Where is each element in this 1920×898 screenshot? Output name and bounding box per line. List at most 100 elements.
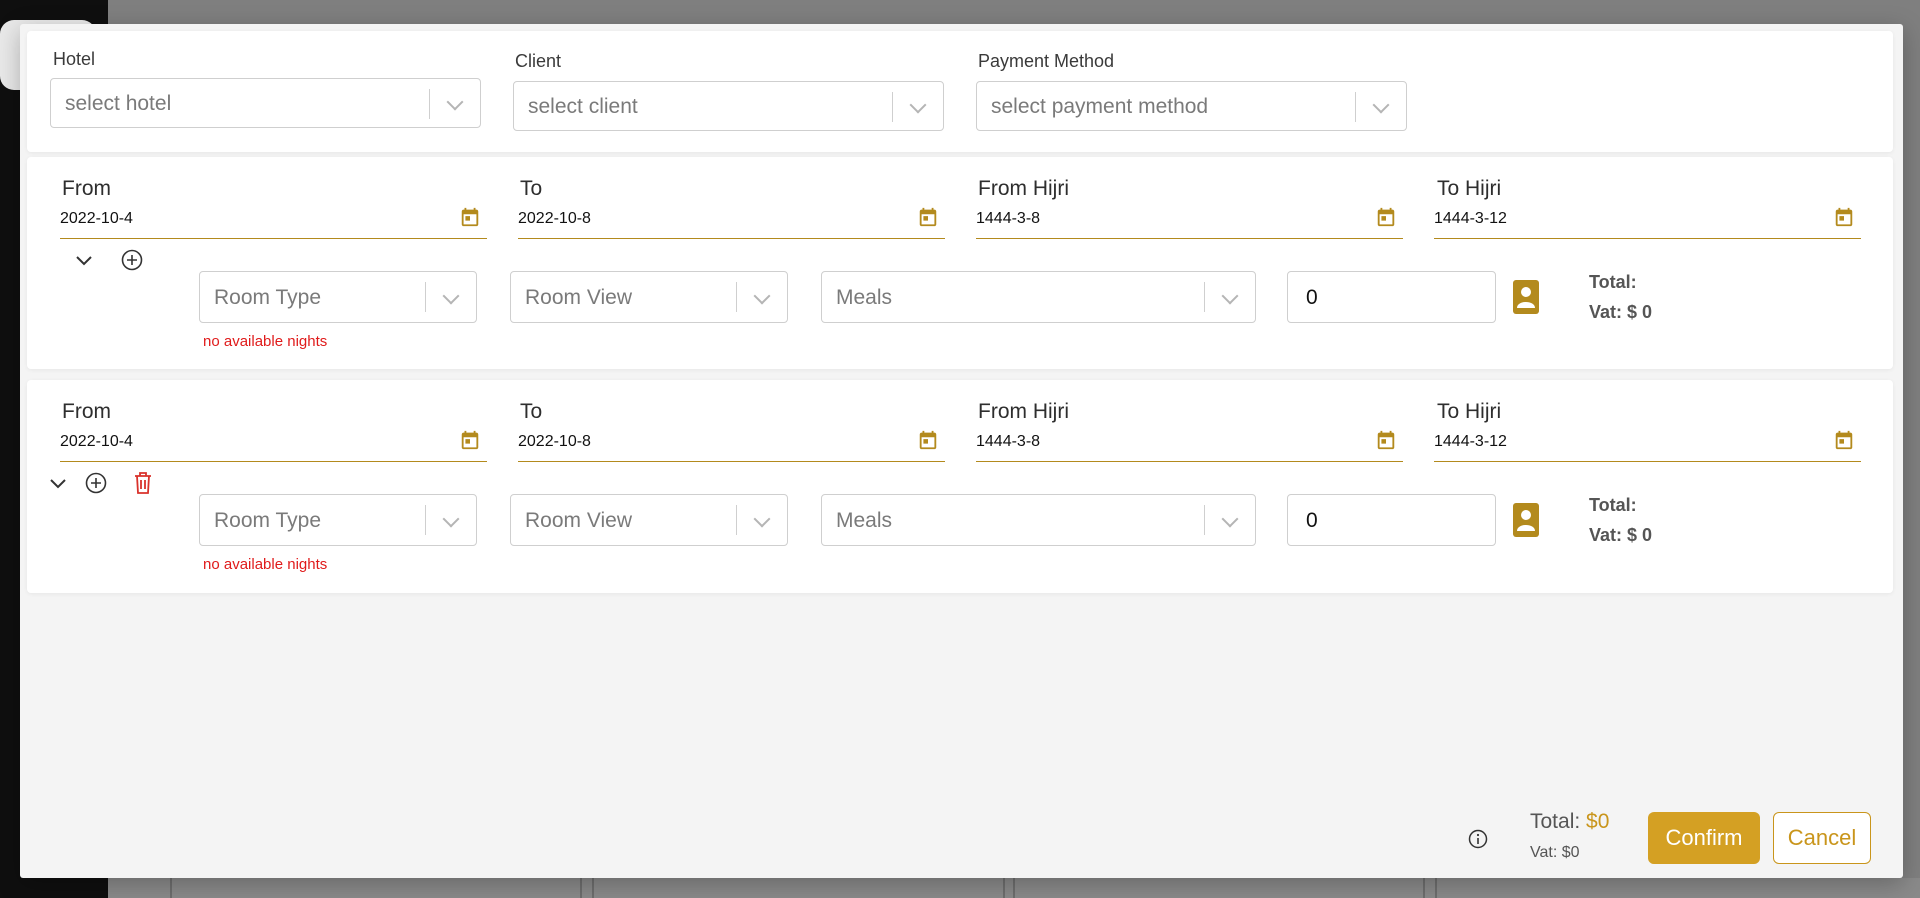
calendar-icon[interactable] <box>1833 206 1855 228</box>
calendar-icon[interactable] <box>1833 429 1855 451</box>
calendar-icon[interactable] <box>459 206 481 228</box>
booking-header-card: Hotel select hotel Client select client … <box>27 31 1893 152</box>
from-date-input[interactable]: 2022-10-4 <box>60 428 487 462</box>
client-select-placeholder: select client <box>528 95 638 118</box>
from-date-label: From <box>62 400 111 423</box>
select-separator <box>1204 505 1205 535</box>
row-vat-label: Vat: $ 0 <box>1589 525 1653 545</box>
quantity-input[interactable]: 0 <box>1287 271 1496 323</box>
from-hijri-value: 1444-3-8 <box>976 210 1041 227</box>
payment-method-select-placeholder: select payment method <box>991 95 1209 118</box>
from-date-label: From <box>62 177 111 200</box>
confirm-button[interactable]: Confirm <box>1648 812 1760 864</box>
hotel-select[interactable]: select hotel <box>50 78 481 128</box>
from-hijri-label: From Hijri <box>978 400 1069 423</box>
background-table-divider <box>592 878 594 898</box>
to-hijri-label: To Hijri <box>1437 177 1502 200</box>
select-separator <box>1204 282 1205 312</box>
select-separator <box>892 92 893 122</box>
quantity-input[interactable]: 0 <box>1287 494 1496 546</box>
from-hijri-value: 1444-3-8 <box>976 433 1041 450</box>
background-table-divider <box>1013 878 1015 898</box>
grand-vat: Vat: $0 <box>1530 844 1580 861</box>
grand-total-label: Total: <box>1530 810 1587 833</box>
room-view-placeholder: Room View <box>525 286 632 309</box>
background-table-divider <box>580 878 582 898</box>
background-table-divider <box>170 878 172 898</box>
select-separator <box>736 505 737 535</box>
to-hijri-value: 1444-3-12 <box>1434 210 1507 227</box>
grand-total-amount: $0 <box>1586 810 1610 833</box>
select-separator <box>429 89 430 119</box>
room-row-1: From 2022-10-4 To 2022-10-8 From Hijri 1… <box>27 157 1893 369</box>
calendar-icon[interactable] <box>917 206 939 228</box>
background-table-divider <box>1423 878 1425 898</box>
select-separator <box>1355 92 1356 122</box>
row-vat-label: Vat: $ 0 <box>1589 302 1653 322</box>
info-icon[interactable] <box>1467 828 1489 850</box>
background-table-divider <box>1435 878 1437 898</box>
to-hijri-input[interactable]: 1444-3-12 <box>1434 428 1861 462</box>
row-total-label: Total: <box>1589 495 1637 515</box>
to-date-input[interactable]: 2022-10-8 <box>518 428 945 462</box>
chevron-down-icon <box>442 510 460 528</box>
from-date-value: 2022-10-4 <box>60 433 133 450</box>
select-separator <box>425 505 426 535</box>
to-date-label: To <box>520 177 543 200</box>
from-hijri-label: From Hijri <box>978 177 1069 200</box>
meals-select[interactable]: Meals <box>821 494 1256 546</box>
no-nights-error: no available nights <box>203 556 328 573</box>
from-hijri-input[interactable]: 1444-3-8 <box>976 205 1403 239</box>
payment-method-label: Payment Method <box>978 51 1115 71</box>
trash-icon[interactable] <box>131 470 155 496</box>
client-select[interactable]: select client <box>513 81 944 131</box>
from-hijri-input[interactable]: 1444-3-8 <box>976 428 1403 462</box>
hotel-select-placeholder: select hotel <box>65 92 172 115</box>
client-label: Client <box>515 51 562 71</box>
row-total-label: Total: <box>1589 272 1637 292</box>
chevron-down-icon <box>442 287 460 305</box>
to-hijri-label: To Hijri <box>1437 400 1502 423</box>
room-type-placeholder: Room Type <box>214 286 321 309</box>
chevron-down-icon <box>909 96 927 114</box>
calendar-icon[interactable] <box>917 429 939 451</box>
to-hijri-input[interactable]: 1444-3-12 <box>1434 205 1861 239</box>
add-circle-icon[interactable] <box>119 247 145 273</box>
guest-icon[interactable] <box>1512 279 1540 315</box>
select-separator <box>736 282 737 312</box>
chevron-down-icon <box>1372 96 1390 114</box>
to-date-label: To <box>520 400 543 423</box>
meals-placeholder: Meals <box>836 509 893 532</box>
background-table-divider <box>1003 878 1005 898</box>
chevron-down-icon <box>753 287 771 305</box>
add-circle-icon[interactable] <box>83 470 109 496</box>
room-view-select[interactable]: Room View <box>510 494 788 546</box>
chevron-down-icon[interactable] <box>46 472 70 496</box>
select-separator <box>425 282 426 312</box>
calendar-icon[interactable] <box>1375 429 1397 451</box>
calendar-icon[interactable] <box>459 429 481 451</box>
chevron-down-icon <box>1221 287 1239 305</box>
room-view-select[interactable]: Room View <box>510 271 788 323</box>
chevron-down-icon <box>446 93 464 111</box>
to-hijri-value: 1444-3-12 <box>1434 433 1507 450</box>
from-date-value: 2022-10-4 <box>60 210 133 227</box>
calendar-icon[interactable] <box>1375 206 1397 228</box>
to-date-input[interactable]: 2022-10-8 <box>518 205 945 239</box>
room-row-2: From 2022-10-4 To 2022-10-8 From Hijri 1… <box>27 380 1893 593</box>
hotel-label: Hotel <box>53 49 96 69</box>
cancel-button[interactable]: Cancel <box>1773 812 1871 864</box>
to-date-value: 2022-10-8 <box>518 210 591 227</box>
chevron-down-icon <box>1221 510 1239 528</box>
payment-method-select[interactable]: select payment method <box>976 81 1407 131</box>
reservation-modal: Hotel select hotel Client select client … <box>20 24 1903 878</box>
from-date-input[interactable]: 2022-10-4 <box>60 205 487 239</box>
room-type-select[interactable]: Room Type <box>199 494 477 546</box>
room-type-select[interactable]: Room Type <box>199 271 477 323</box>
quantity-value: 0 <box>1306 286 1318 309</box>
chevron-down-icon[interactable] <box>72 249 96 273</box>
to-date-value: 2022-10-8 <box>518 433 591 450</box>
guest-icon[interactable] <box>1512 502 1540 538</box>
meals-select[interactable]: Meals <box>821 271 1256 323</box>
room-type-placeholder: Room Type <box>214 509 321 532</box>
